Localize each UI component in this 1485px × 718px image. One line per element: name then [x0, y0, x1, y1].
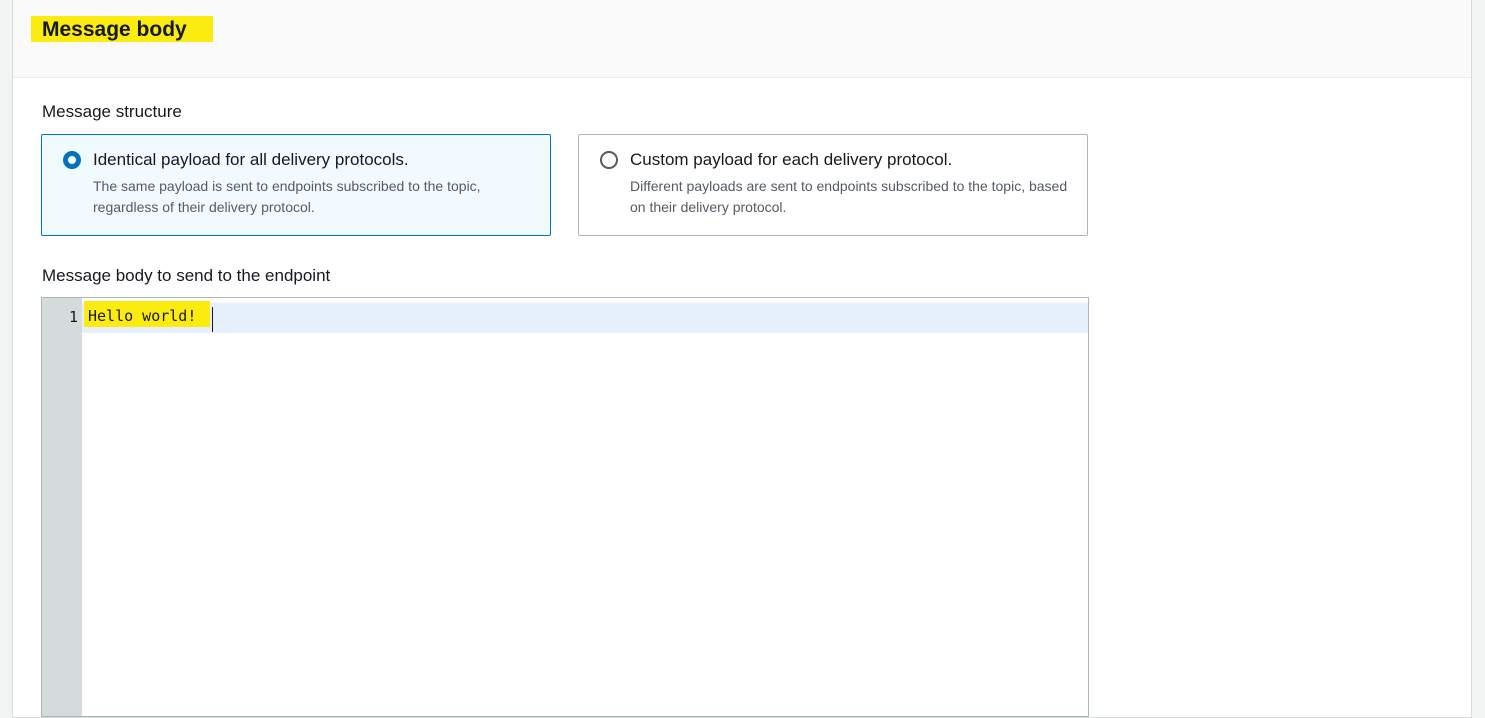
identical-payload-title: Identical payload for all delivery proto… — [93, 150, 409, 169]
custom-payload-option[interactable]: Custom payload for each delivery protoco… — [578, 134, 1088, 236]
panel-header: Message body — [13, 0, 1471, 78]
panel-title: Message body — [31, 16, 213, 42]
line-number-gutter — [42, 298, 82, 716]
code-line-text[interactable]: Hello world! — [84, 301, 211, 327]
active-line-highlight — [82, 303, 1088, 333]
message-body-editor[interactable]: 1 Hello world! — [41, 297, 1089, 717]
identical-payload-description: The same payload is sent to endpoints su… — [93, 178, 481, 215]
message-structure-label: Message structure — [42, 102, 182, 121]
text-cursor — [212, 307, 213, 332]
message-body-panel: Message body Message structure Identical… — [12, 0, 1472, 718]
radio-selected-icon[interactable] — [63, 151, 81, 169]
radio-unselected-icon[interactable] — [600, 151, 618, 169]
identical-payload-option[interactable]: Identical payload for all delivery proto… — [41, 134, 551, 236]
custom-payload-description: Different payloads are sent to endpoints… — [630, 178, 1068, 215]
line-number: 1 — [68, 308, 78, 326]
custom-payload-title: Custom payload for each delivery protoco… — [630, 150, 953, 169]
message-body-label: Message body to send to the endpoint — [42, 266, 331, 285]
